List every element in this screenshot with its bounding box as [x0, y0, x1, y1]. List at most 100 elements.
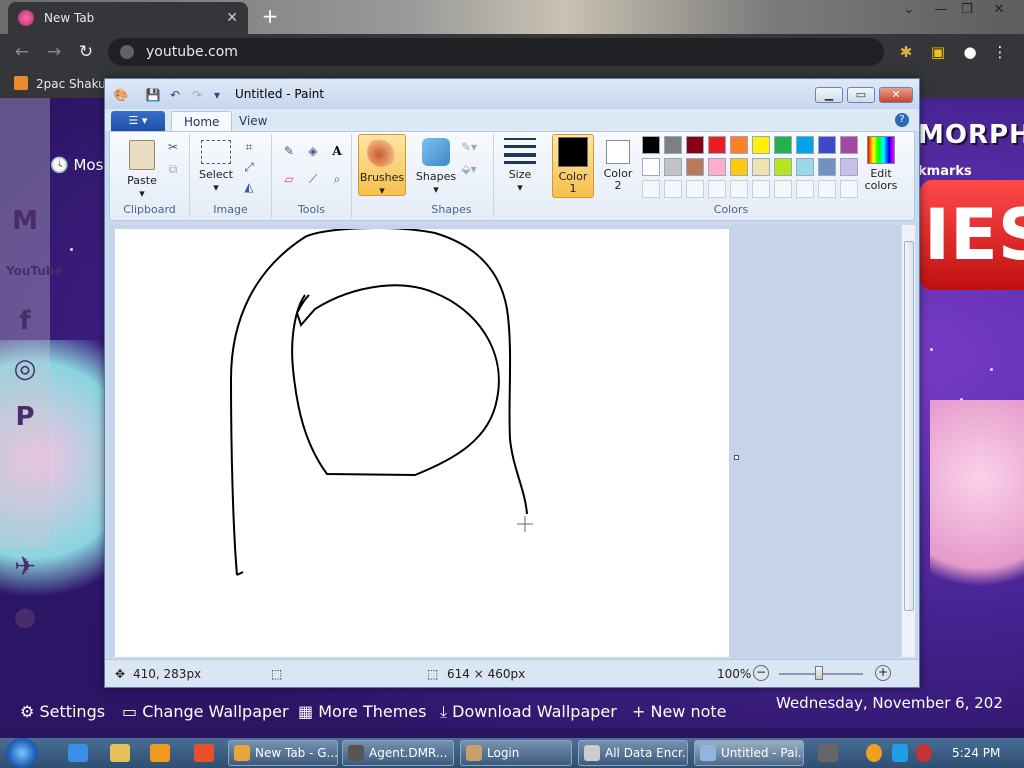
taskbar-item[interactable]: Untitled - Pai...	[694, 740, 804, 766]
eraser-icon[interactable]: ▱	[280, 170, 298, 188]
palette-swatch[interactable]	[686, 158, 704, 176]
palette-custom-swatch[interactable]	[796, 180, 814, 198]
palette-custom-swatch[interactable]	[664, 180, 682, 198]
quick-access-dropdown-icon[interactable]: ▾	[209, 87, 225, 103]
app-pinned-icon[interactable]	[194, 744, 214, 762]
palette-swatch[interactable]	[730, 136, 748, 154]
color2-button[interactable]: Color 2	[600, 134, 636, 192]
gmail-icon[interactable]: M	[6, 202, 44, 240]
taskbar-clock[interactable]: 5:24 PM	[952, 746, 1000, 760]
select-button[interactable]: Select ▾	[196, 140, 236, 194]
settings-link[interactable]: ⚙ Settings	[20, 702, 105, 721]
tab-search-icon[interactable]: ⌄	[896, 2, 922, 17]
site-info-icon[interactable]	[120, 45, 134, 59]
download-wallpaper-link[interactable]: ⤓ Download Wallpaper	[440, 702, 617, 722]
window-restore-icon[interactable]: ❐	[954, 2, 980, 17]
reddit-icon[interactable]: ●	[6, 598, 44, 636]
palette-swatch[interactable]	[752, 136, 770, 154]
file-menu-button[interactable]: ☰ ▾	[111, 111, 165, 131]
tab-close-icon[interactable]: ✕	[226, 10, 238, 26]
most-visited-link[interactable]: 🕓 Mos	[50, 156, 103, 174]
address-bar[interactable]: youtube.com	[108, 38, 884, 66]
taskbar-item[interactable]: Agent.DMR...	[342, 740, 454, 766]
pencil-icon[interactable]: ✎	[280, 142, 298, 160]
magnifier-icon[interactable]: ⌕	[328, 170, 346, 188]
palette-custom-swatch[interactable]	[686, 180, 704, 198]
canvas-vertical-scrollbar[interactable]	[901, 225, 915, 657]
edit-colors-button[interactable]: Edit colors	[858, 136, 904, 192]
bookmark-2pac[interactable]: 2pac Shakur	[14, 76, 111, 91]
bookmarks-link[interactable]: kmarks	[918, 164, 972, 179]
profile-avatar-icon[interactable]: ●	[960, 42, 980, 62]
youtube-icon[interactable]: YouTube	[6, 252, 63, 290]
explorer-folder-icon[interactable]	[110, 744, 130, 762]
color-picker-icon[interactable]: ⟋	[304, 170, 322, 188]
palette-swatch[interactable]	[708, 158, 726, 176]
new-note-link[interactable]: + New note	[632, 702, 727, 721]
fill-icon[interactable]: ⬙▾	[460, 160, 478, 178]
tab-view[interactable]: View	[227, 111, 279, 131]
palette-custom-swatch[interactable]	[642, 180, 660, 198]
undo-icon[interactable]: ↶	[167, 87, 183, 103]
rotate-icon[interactable]: ◭	[240, 178, 258, 196]
palette-swatch[interactable]	[796, 158, 814, 176]
facebook-icon[interactable]: f	[6, 302, 44, 340]
taskbar-item[interactable]: All Data Encr...	[578, 740, 688, 766]
color1-button[interactable]: Color 1	[552, 134, 594, 198]
paint-maximize-button[interactable]: ▭	[847, 87, 875, 103]
browser-menu-icon[interactable]: ⋮	[990, 42, 1010, 62]
window-close-icon[interactable]: ✕	[986, 2, 1012, 17]
pinterest-icon[interactable]: P	[6, 398, 44, 436]
outline-icon[interactable]: ✎▾	[460, 138, 478, 156]
size-button[interactable]: Size ▾	[502, 138, 538, 194]
more-themes-link[interactable]: ▦ More Themes	[298, 702, 426, 721]
palette-swatch[interactable]	[840, 158, 858, 176]
tray-app-icon[interactable]	[818, 744, 838, 762]
palette-swatch[interactable]	[686, 136, 704, 154]
palette-custom-swatch[interactable]	[730, 180, 748, 198]
palette-swatch[interactable]	[796, 136, 814, 154]
save-icon[interactable]: 💾	[145, 87, 161, 103]
window-minimize-icon[interactable]: —	[928, 2, 954, 17]
brushes-button[interactable]: Brushes ▾	[358, 134, 406, 197]
change-wallpaper-link[interactable]: ▭ Change Wallpaper	[122, 702, 289, 721]
palette-swatch[interactable]	[818, 158, 836, 176]
palette-swatch[interactable]	[664, 158, 682, 176]
instagram-icon[interactable]: ◎	[6, 350, 44, 388]
paint-minimize-button[interactable]: ▁	[815, 87, 843, 103]
extensions-puzzle-icon[interactable]: ✱	[896, 42, 916, 62]
forward-arrow-icon[interactable]: →	[44, 42, 64, 62]
new-tab-button[interactable]: +	[258, 4, 282, 28]
paint-close-button[interactable]: ✕	[879, 87, 913, 103]
palette-custom-swatch[interactable]	[752, 180, 770, 198]
crop-icon[interactable]: ⌗	[240, 138, 258, 156]
shapes-button[interactable]: Shapes ▾	[414, 138, 458, 196]
palette-swatch[interactable]	[840, 136, 858, 154]
palette-swatch[interactable]	[708, 136, 726, 154]
back-arrow-icon[interactable]: ←	[12, 42, 32, 62]
zoom-in-icon[interactable]: +	[875, 665, 891, 681]
tab-home[interactable]: Home	[171, 111, 233, 131]
zoom-out-icon[interactable]: −	[753, 665, 769, 681]
tray-speaker-icon[interactable]	[916, 744, 932, 762]
zoom-slider-thumb[interactable]	[815, 666, 823, 680]
tray-network-icon[interactable]	[892, 744, 908, 762]
drawing-canvas[interactable]	[115, 229, 729, 657]
start-button-icon[interactable]	[6, 738, 38, 768]
help-icon[interactable]: ?	[895, 113, 909, 127]
tray-search-icon[interactable]	[866, 744, 882, 762]
text-tool-icon[interactable]: A	[328, 142, 346, 160]
palette-swatch[interactable]	[774, 158, 792, 176]
palette-swatch[interactable]	[664, 136, 682, 154]
fill-bucket-icon[interactable]: ◈	[304, 142, 322, 160]
resize-icon[interactable]: ⤢	[240, 158, 258, 176]
canvas-resize-handle[interactable]	[734, 455, 739, 460]
reload-icon[interactable]: ↻	[76, 42, 96, 62]
redo-icon[interactable]: ↷	[189, 87, 205, 103]
palette-swatch[interactable]	[730, 158, 748, 176]
palette-swatch[interactable]	[818, 136, 836, 154]
ie-icon[interactable]	[68, 744, 88, 762]
paint-app-icon[interactable]: 🎨	[113, 87, 129, 103]
palette-custom-swatch[interactable]	[840, 180, 858, 198]
media-player-icon[interactable]	[150, 744, 170, 762]
